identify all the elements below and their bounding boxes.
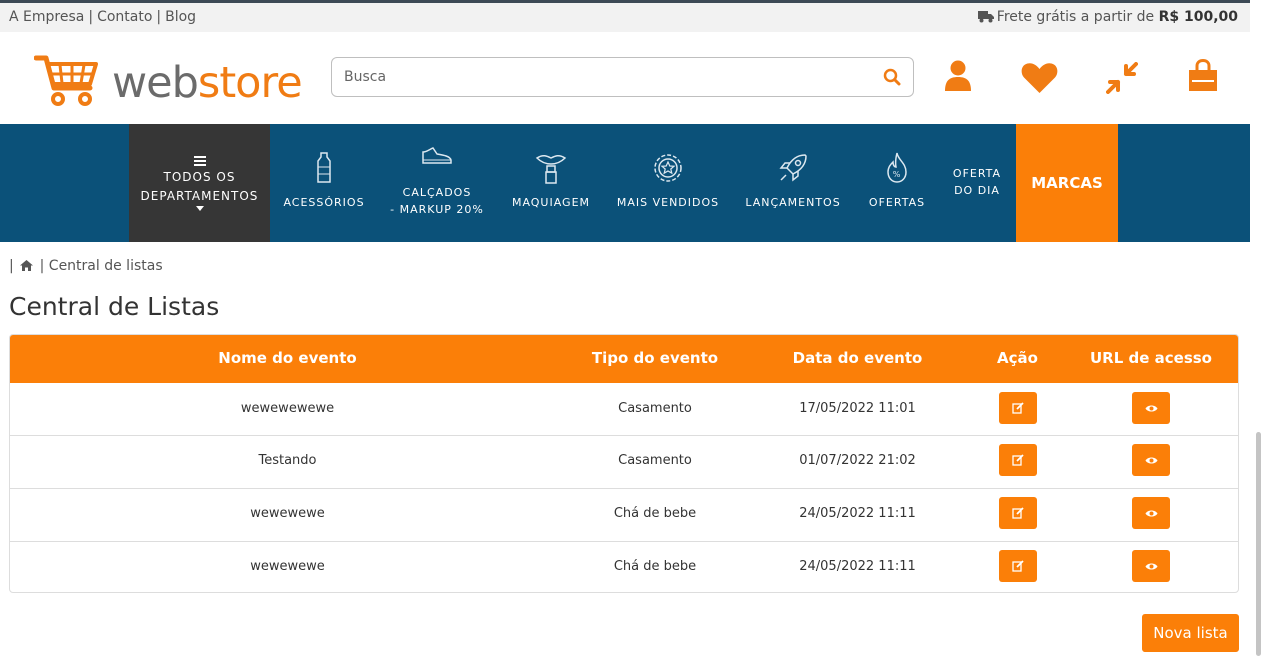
link-contato[interactable]: Contato [97,9,152,25]
bottle-icon [317,152,331,183]
nav-label-ofertas: OFERTAS [868,196,926,209]
nav-label-calcados-line1: CALÇADOS [402,186,472,199]
star-badge-icon [654,154,682,182]
heart-icon[interactable] [1021,62,1058,94]
all-departments-menu[interactable]: TODOS OS DEPARTAMENTOS [129,124,270,242]
cell-nome: wewewewe [250,559,325,574]
table-row: wewewewe Chá de bebe 24/05/2022 11:11 [10,488,1238,542]
all-departments-line1: TODOS OS [163,170,236,184]
nav-item-calcados[interactable]: CALÇADOS - MARKUP 20% [383,124,491,242]
nav-item-maquiagem[interactable]: MAQUIAGEM [503,124,599,242]
nova-lista-button[interactable]: Nova lista [1142,614,1239,652]
cell-data: 24/05/2022 11:11 [799,506,916,521]
edit-icon [1011,402,1024,414]
eye-icon [1145,563,1157,569]
home-icon[interactable] [20,260,34,271]
nav-item-marcas[interactable]: MARCAS [1016,124,1118,242]
view-url-button[interactable] [1132,444,1170,476]
view-url-button[interactable] [1132,392,1170,424]
nav-label-acessorios: ACESSÓRIOS [283,196,365,209]
header-acao: Ação [997,349,1038,367]
cell-tipo: Chá de bebe [613,506,697,521]
nav-item-lancamentos[interactable]: LANÇAMENTOS [740,124,846,242]
nav-item-oferta-do-dia[interactable]: OFERTA DO DIA [944,124,1010,242]
cell-nome: Testando [258,453,317,468]
logo-text-store: store [197,58,303,108]
link-empresa[interactable]: A Empresa [9,9,84,25]
edit-button[interactable] [998,497,1037,529]
cell-nome: wewewewe [250,506,325,521]
edit-icon [1011,454,1024,466]
header-url-acesso: URL de acesso [1090,349,1212,367]
scrollbar-thumb[interactable] [1256,432,1261,656]
view-url-button[interactable] [1132,497,1170,529]
cell-nome: wewewewewe [240,401,335,416]
nav-label-oferta-line2: DO DIA [954,184,1000,197]
all-departments-line2: DEPARTAMENTOS [140,189,259,203]
nav-label-mais-vendidos: MAIS VENDIDOS [616,196,720,209]
cell-tipo: Casamento [618,401,692,416]
edit-icon [1011,507,1024,519]
edit-button[interactable] [998,392,1037,424]
cell-data: 01/07/2022 21:02 [799,453,916,468]
free-shipping-value: R$ 100,00 [1158,9,1238,25]
nav-label-oferta-line1: OFERTA [952,167,1002,180]
table-row: Testando Casamento 01/07/2022 21:02 [10,435,1238,489]
eye-icon [1145,510,1157,516]
nav-label-calcados-line2: - MARKUP 20% [390,203,484,216]
shopping-bag-icon[interactable] [1187,59,1219,93]
logo-text-web: web [112,58,199,108]
eye-icon [1145,457,1157,463]
search-input[interactable] [342,58,866,96]
link-blog[interactable]: Blog [165,9,196,25]
edit-icon [1011,560,1024,572]
fire-percent-icon: % [887,152,907,183]
menu-icon [193,156,206,166]
header: webstore [0,32,1250,124]
search-icon[interactable] [883,68,901,86]
caret-down-icon [195,206,204,211]
edit-button[interactable] [998,550,1037,582]
cart-logo-icon [34,55,98,106]
page-title: Central de Listas [9,292,220,321]
nav-item-ofertas[interactable]: % OFERTAS [860,124,934,242]
free-shipping-info: Frete grátis a partir de R$ 100,00 [977,9,1238,25]
main-nav: TODOS OS DEPARTAMENTOS ACESSÓRIOS CALÇAD… [0,124,1250,242]
user-icon[interactable] [944,60,972,92]
breadcrumb: | | Central de listas [9,258,163,274]
cell-data: 17/05/2022 11:01 [799,401,916,416]
rocket-icon [779,154,807,182]
cell-data: 24/05/2022 11:11 [799,559,916,574]
nav-item-acessorios[interactable]: ACESSÓRIOS [276,124,372,242]
nav-label-lancamentos: LANÇAMENTOS [745,196,841,209]
table-row: wewewewe Chá de bebe 24/05/2022 11:11 [10,541,1238,592]
view-url-button[interactable] [1132,550,1170,582]
top-links: A Empresa | Contato | Blog [9,9,197,25]
table-row: wewewewewe Casamento 17/05/2022 11:01 [10,383,1238,436]
truck-icon [977,11,994,23]
top-bar: A Empresa | Contato | Blog Frete grátis a pa… [0,3,1250,32]
header-tipo-evento: Tipo do evento [591,349,719,367]
compress-icon[interactable] [1106,62,1138,94]
nav-item-mais-vendidos[interactable]: MAIS VENDIDOS [612,124,724,242]
svg-text:%: % [893,170,902,179]
nav-label-maquiagem: MAQUIAGEM [511,196,591,209]
lipstick-icon [535,154,567,184]
eye-icon [1145,405,1157,411]
edit-button[interactable] [998,444,1037,476]
search-box [331,57,914,97]
lists-table: Nome do evento Tipo do evento Data do ev… [9,334,1239,593]
free-shipping-text: Frete grátis a partir de [996,9,1155,25]
header-nome-evento: Nome do evento [218,349,357,367]
webstore-logo[interactable]: webstore [34,52,303,110]
breadcrumb-current: Central de listas [48,258,163,274]
shoe-icon [422,147,452,164]
header-data-evento: Data do evento [792,349,923,367]
cell-tipo: Chá de bebe [613,559,697,574]
page-scrollbar[interactable] [1250,0,1270,656]
cell-tipo: Casamento [618,453,692,468]
table-header: Nome do evento Tipo do evento Data do ev… [10,335,1238,383]
